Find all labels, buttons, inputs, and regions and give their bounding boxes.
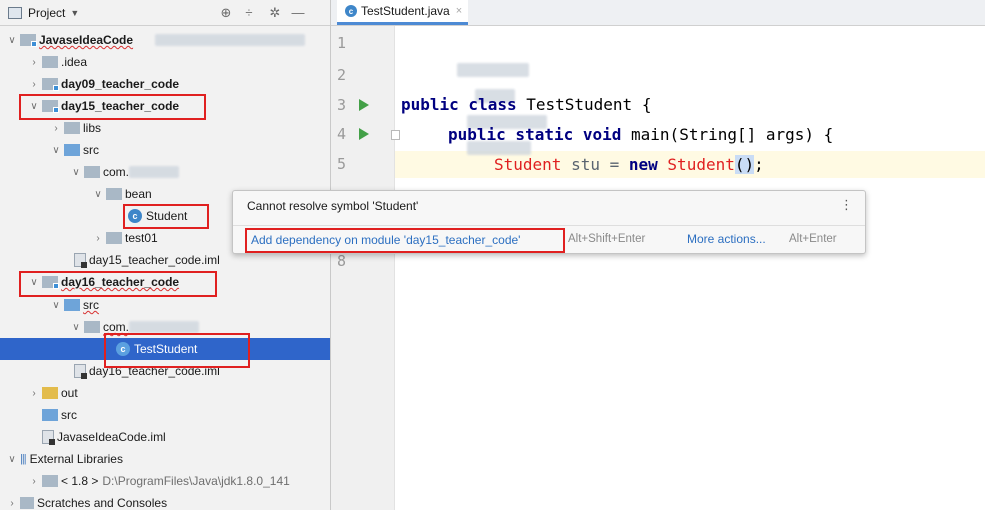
collapse-arrow-icon[interactable]: › xyxy=(92,233,104,244)
tree-item-src15[interactable]: ∨ src xyxy=(0,139,330,161)
expand-arrow-icon[interactable]: ∨ xyxy=(28,277,40,288)
tree-item-libs[interactable]: › libs xyxy=(0,117,330,139)
run-class-icon[interactable] xyxy=(359,99,369,111)
source-folder-icon xyxy=(42,409,58,421)
expand-arrow-icon[interactable]: ∨ xyxy=(28,101,40,112)
more-actions-link[interactable]: More actions... xyxy=(687,232,766,246)
module-folder-icon xyxy=(42,100,59,113)
project-view-selector[interactable]: Project xyxy=(28,6,65,20)
tree-item-out[interactable]: › out xyxy=(0,382,330,404)
code-line-3: public class TestStudent { xyxy=(401,95,652,114)
more-actions-shortcut: Alt+Enter xyxy=(789,233,837,245)
tree-item-package-16[interactable]: ∨ com. xyxy=(0,316,330,338)
tree-item-src16[interactable]: ∨ src xyxy=(0,294,330,316)
collapse-arrow-icon[interactable]: › xyxy=(28,57,40,68)
code-line-4: public static void main(String[] args) { xyxy=(448,125,834,144)
expand-arrow-icon[interactable]: ∨ xyxy=(6,454,18,465)
tree-item-root[interactable]: ∨ JavaseIdeaCode xyxy=(0,29,330,51)
collapse-icon[interactable]: ÷ xyxy=(241,5,257,21)
blurred-package-name xyxy=(129,321,200,333)
collapse-arrow-icon[interactable]: › xyxy=(50,123,62,134)
expand-arrow-icon[interactable]: ∨ xyxy=(6,35,18,46)
library-icon: ||| xyxy=(20,453,27,465)
run-main-icon[interactable] xyxy=(359,128,369,140)
expand-arrow-icon[interactable]: ∨ xyxy=(50,145,62,156)
project-toolbar: Project ▼ ⊕ ÷ ✲ — xyxy=(0,0,330,26)
blurred-path xyxy=(155,34,306,46)
editor-tab-bar: c TestStudent.java × xyxy=(331,0,985,26)
java-class-icon: c xyxy=(116,342,130,356)
iml-file-icon xyxy=(42,430,55,445)
java-class-icon: c xyxy=(345,5,357,17)
minimize-icon[interactable]: — xyxy=(290,5,306,21)
output-folder-icon xyxy=(42,387,58,399)
gear-icon[interactable]: ✲ xyxy=(267,5,283,21)
tree-item-jdk[interactable]: › < 1.8 > D:\ProgramFiles\Java\jdk1.8.0_… xyxy=(0,470,330,492)
expand-arrow-icon[interactable]: ∨ xyxy=(70,322,82,333)
line-number: 3 xyxy=(337,96,347,114)
scratches-icon xyxy=(20,497,34,509)
module-folder-icon xyxy=(42,276,59,289)
iml-file-icon xyxy=(74,364,87,379)
folder-icon xyxy=(42,56,58,68)
package-icon xyxy=(106,232,122,244)
add-dependency-action[interactable]: Add dependency on module 'day15_teacher_… xyxy=(251,233,520,247)
editor-gutter: 1 2 3 4 5 6 7 8 xyxy=(331,26,400,510)
tree-item-external-libraries[interactable]: ∨ ||| External Libraries xyxy=(0,448,330,470)
package-icon xyxy=(84,321,100,333)
chevron-down-icon[interactable]: ▼ xyxy=(70,8,79,18)
tree-item-day15[interactable]: ∨ day15_teacher_code xyxy=(0,95,330,117)
tab-teststudent[interactable]: c TestStudent.java × xyxy=(337,0,469,25)
tree-item-day16[interactable]: ∨ day16_teacher_code xyxy=(0,271,330,293)
line-number: 5 xyxy=(337,155,347,173)
package-icon xyxy=(106,188,122,200)
code-line-1 xyxy=(399,33,547,155)
module-folder-icon xyxy=(42,78,59,91)
package-icon xyxy=(84,166,100,178)
folder-icon xyxy=(64,122,80,134)
collapse-arrow-icon[interactable]: › xyxy=(28,476,40,487)
globe-icon[interactable]: ⊕ xyxy=(218,5,234,21)
expand-arrow-icon[interactable]: ∨ xyxy=(50,300,62,311)
line-number: 8 xyxy=(337,252,347,270)
jdk-folder-icon xyxy=(42,475,58,487)
blurred-package-name xyxy=(129,166,180,178)
source-folder-icon xyxy=(64,144,80,156)
tree-item-package[interactable]: ∨ com. xyxy=(0,161,330,183)
source-folder-icon xyxy=(64,299,80,311)
project-tree: ∨ JavaseIdeaCode › .idea › day09_teacher… xyxy=(0,26,330,510)
java-class-icon: c xyxy=(128,209,142,223)
code-line-5: Student stu = new Student(); xyxy=(494,155,764,174)
tree-item-src-root[interactable]: src xyxy=(0,404,330,426)
error-quickfix-popup: Cannot resolve symbol 'Student' ⋮ Add de… xyxy=(232,190,866,254)
collapse-arrow-icon[interactable]: › xyxy=(28,79,40,90)
tree-item-iml-root[interactable]: JavaseIdeaCode.iml xyxy=(0,426,330,448)
project-panel: Project ▼ ⊕ ÷ ✲ — ∨ JavaseIdeaCode › .id… xyxy=(0,0,331,510)
line-number: 4 xyxy=(337,125,347,143)
unresolved-constructor: Student xyxy=(667,155,735,174)
vertical-ellipsis-icon[interactable]: ⋮ xyxy=(840,197,853,213)
close-icon[interactable]: × xyxy=(456,5,462,17)
iml-file-icon xyxy=(74,253,87,268)
tree-item-iml16[interactable]: day16_teacher_code.iml xyxy=(0,360,330,382)
code-editor: c TestStudent.java × 1 2 3 4 5 6 7 8 pub… xyxy=(331,0,985,510)
tree-item-idea[interactable]: › .idea xyxy=(0,51,330,73)
line-number: 2 xyxy=(337,66,347,84)
collapse-arrow-icon[interactable]: › xyxy=(28,388,40,399)
tree-item-day09[interactable]: › day09_teacher_code xyxy=(0,73,330,95)
divider xyxy=(233,225,865,226)
expand-arrow-icon[interactable]: ∨ xyxy=(92,189,104,200)
tree-item-teststudent[interactable]: c TestStudent xyxy=(0,338,330,360)
module-folder-icon xyxy=(20,34,37,47)
collapse-arrow-icon[interactable]: › xyxy=(6,498,18,509)
tree-item-scratches[interactable]: › Scratches and Consoles xyxy=(0,492,330,510)
line-number: 1 xyxy=(337,34,347,52)
error-message: Cannot resolve symbol 'Student' xyxy=(247,199,419,213)
project-view-icon xyxy=(8,6,22,19)
action-shortcut: Alt+Shift+Enter xyxy=(568,233,646,245)
unresolved-type: Student xyxy=(494,155,562,174)
expand-arrow-icon[interactable]: ∨ xyxy=(70,167,82,178)
